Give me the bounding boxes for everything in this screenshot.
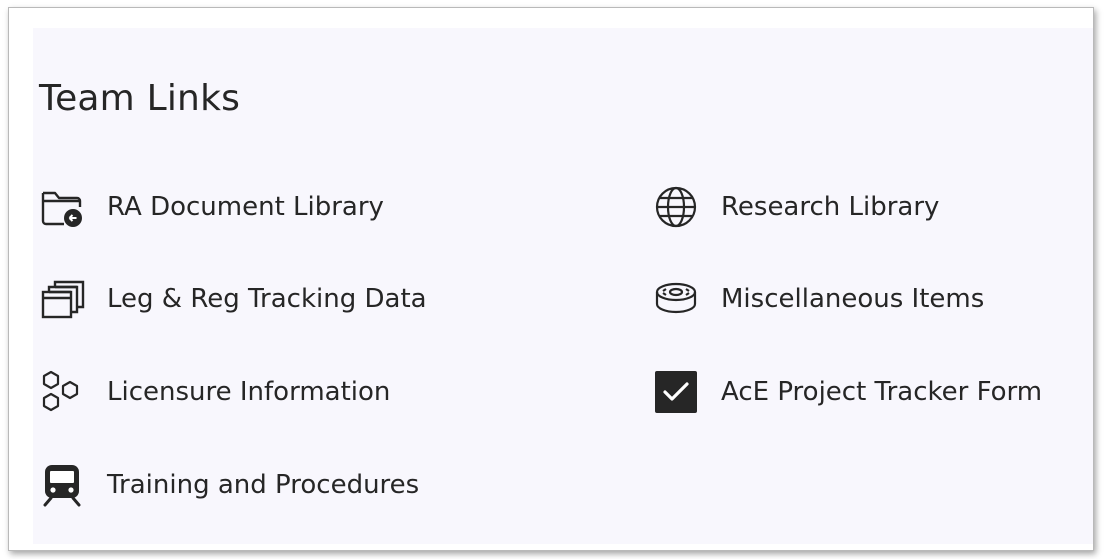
link-training-and-procedures[interactable]: Training and Procedures <box>37 459 419 511</box>
link-label: AcE Project Tracker Form <box>721 377 1043 407</box>
link-research-library[interactable]: Research Library <box>651 181 939 233</box>
folder-shared-icon <box>37 182 87 232</box>
hexagons-icon <box>37 367 87 417</box>
checkbox-checked-icon <box>651 367 701 417</box>
link-licensure-information[interactable]: Licensure Information <box>37 366 390 418</box>
link-label: Training and Procedures <box>107 470 420 500</box>
link-label: RA Document Library <box>107 192 384 222</box>
stacked-windows-icon <box>37 274 87 324</box>
link-label: Research Library <box>721 192 940 222</box>
link-miscellaneous-items[interactable]: Miscellaneous Items <box>651 273 984 325</box>
train-icon <box>37 460 87 510</box>
globe-icon <box>651 182 701 232</box>
link-ra-document-library[interactable]: RA Document Library <box>37 181 384 233</box>
team-links-panel: Team Links RA Document Library Leg & Reg… <box>33 28 1093 544</box>
link-label: Miscellaneous Items <box>721 284 985 314</box>
disk-icon <box>651 274 701 324</box>
link-label: Leg & Reg Tracking Data <box>107 284 427 314</box>
web-part-frame: Team Links RA Document Library Leg & Reg… <box>8 7 1094 551</box>
link-leg-reg-tracking-data[interactable]: Leg & Reg Tracking Data <box>37 273 427 325</box>
section-title: Team Links <box>39 78 241 119</box>
link-ace-project-tracker-form[interactable]: AcE Project Tracker Form <box>651 366 1042 418</box>
link-label: Licensure Information <box>107 377 391 407</box>
